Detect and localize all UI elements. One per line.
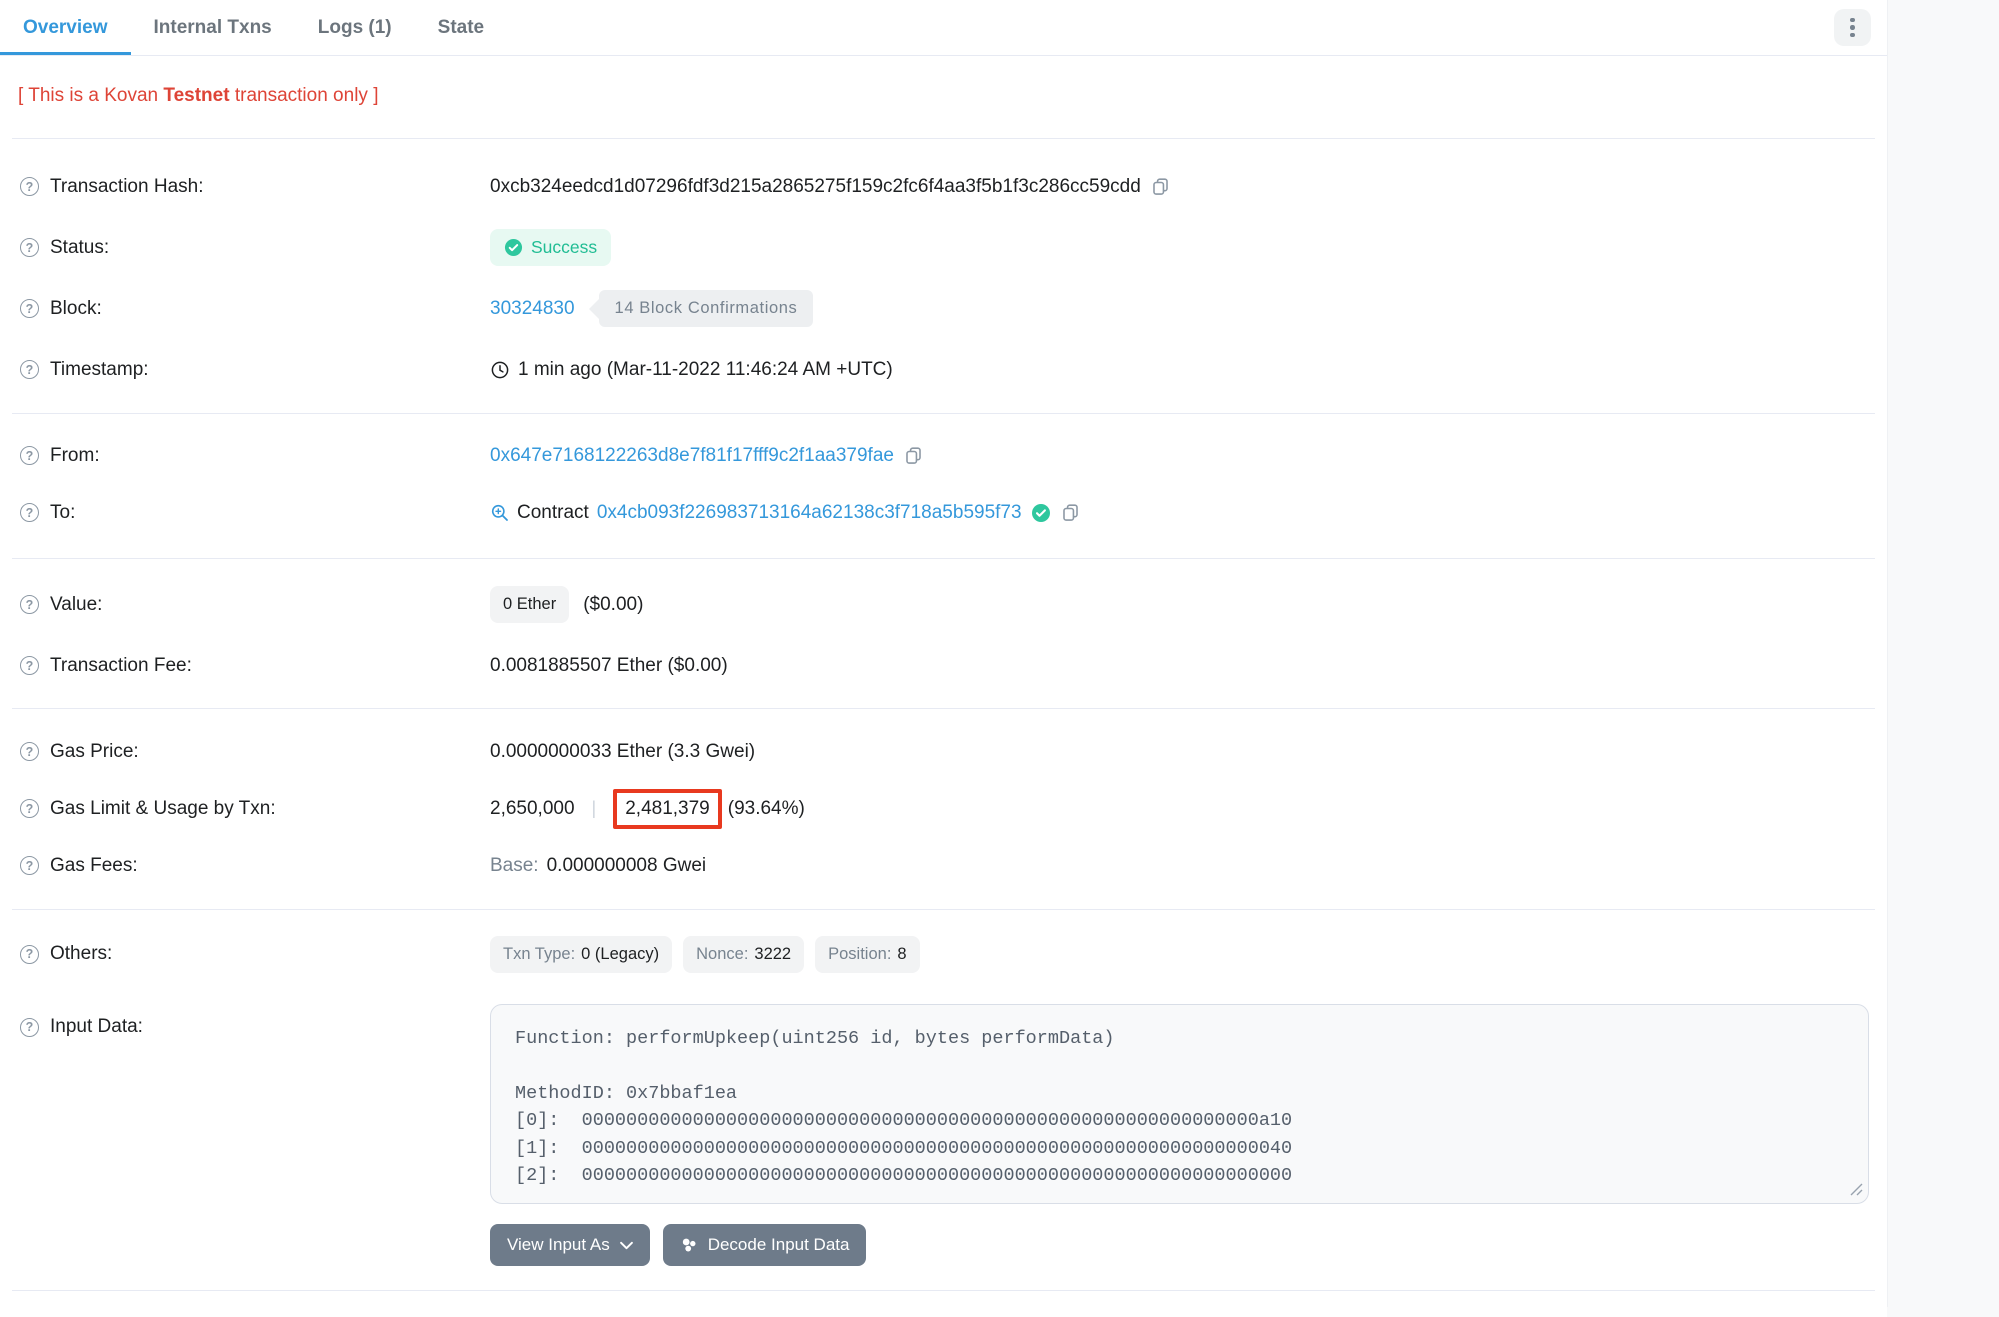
view-input-as-button[interactable]: View Input As	[490, 1224, 650, 1266]
ether-value-badge: 0 Ether	[490, 586, 569, 623]
section-addresses: From: 0x647e7168122263d8e7f81f17fff9c2f1…	[0, 414, 1887, 558]
value-label: Value:	[50, 594, 102, 616]
row-from: From: 0x647e7168122263d8e7f81f17fff9c2f1…	[20, 427, 1869, 484]
timestamp-label: Timestamp:	[50, 359, 149, 381]
section-overview-top: Transaction Hash: 0xcb324eedcd1d07296fdf…	[0, 139, 1887, 413]
help-icon[interactable]	[20, 742, 39, 761]
input-data-actions: View Input As Decode Input Data	[490, 1224, 1869, 1266]
notice-prefix: [ This is a Kovan	[18, 85, 163, 106]
row-value: Value: 0 Ether ($0.00)	[20, 574, 1869, 635]
gas-fees-label: Gas Fees:	[50, 855, 138, 877]
chevron-down-icon	[620, 1241, 633, 1250]
copy-icon[interactable]	[1060, 502, 1081, 523]
row-transaction-fee: Transaction Fee: 0.0081885507 Ether ($0.…	[20, 635, 1869, 696]
help-icon[interactable]	[20, 656, 39, 675]
help-icon[interactable]	[20, 503, 39, 522]
gas-fees-base-label: Base:	[490, 855, 539, 877]
help-icon[interactable]	[20, 856, 39, 875]
notice-suffix: transaction only ]	[230, 85, 379, 106]
tab-state[interactable]: State	[415, 0, 507, 55]
row-input-data: Input Data: Function: performUpkeep(uint…	[20, 1004, 1869, 1266]
gas-used-value: 2,481,379	[625, 798, 710, 819]
block-number-link[interactable]: 30324830	[490, 298, 575, 320]
section-value-fee: Value: 0 Ether ($0.00) Transaction Fee: …	[0, 559, 1887, 708]
kebab-icon	[1850, 18, 1855, 23]
tab-internal-txns[interactable]: Internal Txns	[131, 0, 295, 55]
status-value: Success	[531, 237, 597, 258]
clock-icon	[490, 360, 510, 380]
block-label: Block:	[50, 298, 102, 320]
help-icon[interactable]	[20, 799, 39, 818]
transaction-fee-label: Transaction Fee:	[50, 655, 192, 677]
gas-price-label: Gas Price:	[50, 741, 139, 763]
trace-magnifier-icon[interactable]	[490, 503, 510, 523]
help-icon[interactable]	[20, 446, 39, 465]
nonce-badge: Nonce: 3222	[683, 936, 804, 973]
help-icon[interactable]	[20, 238, 39, 257]
section-others-input: Others: Txn Type: 0 (Legacy) Nonce: 3222…	[0, 910, 1887, 1290]
value-usd: ($0.00)	[583, 594, 643, 616]
row-transaction-hash: Transaction Hash: 0xcb324eedcd1d07296fdf…	[20, 156, 1869, 217]
success-check-icon	[504, 238, 523, 257]
help-icon[interactable]	[20, 595, 39, 614]
gas-limit-label: Gas Limit & Usage by Txn:	[50, 798, 276, 820]
help-icon[interactable]	[20, 1018, 39, 1037]
gas-fees-base-value: 0.000000008 Gwei	[547, 855, 707, 877]
section-gas: Gas Price: 0.0000000033 Ether (3.3 Gwei)…	[0, 709, 1887, 909]
others-label: Others:	[50, 943, 112, 965]
row-to: To: Contract 0x4cb093f226983713164a62138…	[20, 484, 1869, 541]
page-background-strip	[1887, 0, 1999, 1307]
tab-logs[interactable]: Logs (1)	[295, 0, 415, 55]
tab-overview[interactable]: Overview	[0, 0, 131, 55]
help-icon[interactable]	[20, 299, 39, 318]
to-label: To:	[50, 502, 75, 524]
transaction-details-card: Overview Internal Txns Logs (1) State [ …	[0, 0, 1887, 1307]
row-gas-fees: Gas Fees: Base: 0.000000008 Gwei	[20, 837, 1869, 894]
row-gas-price: Gas Price: 0.0000000033 Ether (3.3 Gwei)	[20, 723, 1869, 780]
status-badge: Success	[490, 229, 611, 266]
status-label: Status:	[50, 237, 109, 259]
transaction-hash-value: 0xcb324eedcd1d07296fdf3d215a2865275f159c…	[490, 176, 1141, 198]
transaction-fee-value: 0.0081885507 Ether ($0.00)	[490, 655, 728, 677]
input-data-textarea[interactable]: Function: performUpkeep(uint256 id, byte…	[490, 1004, 1869, 1204]
contract-verified-icon	[1031, 503, 1051, 523]
gas-price-value: 0.0000000033 Ether (3.3 Gwei)	[490, 741, 755, 763]
to-contract-prefix: Contract	[517, 502, 589, 524]
txn-type-badge: Txn Type: 0 (Legacy)	[490, 936, 672, 973]
notice-bold: Testnet	[163, 85, 229, 106]
more-options-button[interactable]	[1834, 9, 1871, 46]
row-status: Status: Success	[20, 217, 1869, 278]
timestamp-value: 1 min ago (Mar-11-2022 11:46:24 AM +UTC)	[518, 359, 893, 381]
row-timestamp: Timestamp: 1 min ago (Mar-11-2022 11:46:…	[20, 339, 1869, 400]
row-gas-limit-usage: Gas Limit & Usage by Txn: 2,650,000 | 2,…	[20, 780, 1869, 837]
resize-grip-icon[interactable]	[1850, 1180, 1863, 1202]
help-icon[interactable]	[20, 945, 39, 964]
decode-icon	[680, 1236, 698, 1254]
transaction-hash-label: Transaction Hash:	[50, 176, 203, 198]
row-block: Block: 30324830 14 Block Confirmations	[20, 278, 1869, 339]
annotation-box: 2,481,379	[613, 789, 722, 829]
position-badge: Position: 8	[815, 936, 919, 973]
gas-limit-value: 2,650,000	[490, 798, 575, 820]
from-address-link[interactable]: 0x647e7168122263d8e7f81f17fff9c2f1aa379f…	[490, 445, 894, 467]
to-address-link[interactable]: 0x4cb093f226983713164a62138c3f718a5b595f…	[597, 502, 1022, 524]
block-confirmations-badge: 14 Block Confirmations	[599, 290, 814, 327]
input-data-label: Input Data:	[50, 1016, 143, 1038]
gas-separator: |	[592, 798, 597, 819]
decode-input-data-button[interactable]: Decode Input Data	[663, 1224, 867, 1266]
help-icon[interactable]	[20, 177, 39, 196]
tab-bar: Overview Internal Txns Logs (1) State	[0, 0, 1887, 56]
help-icon[interactable]	[20, 360, 39, 379]
testnet-notice: [ This is a Kovan Testnet transaction on…	[0, 56, 1887, 138]
bottom-spacer	[0, 1291, 1887, 1317]
from-label: From:	[50, 445, 100, 467]
row-others: Others: Txn Type: 0 (Legacy) Nonce: 3222…	[20, 922, 1869, 986]
copy-icon[interactable]	[903, 445, 924, 466]
gas-used-percent: (93.64%)	[728, 798, 805, 820]
copy-icon[interactable]	[1150, 176, 1171, 197]
